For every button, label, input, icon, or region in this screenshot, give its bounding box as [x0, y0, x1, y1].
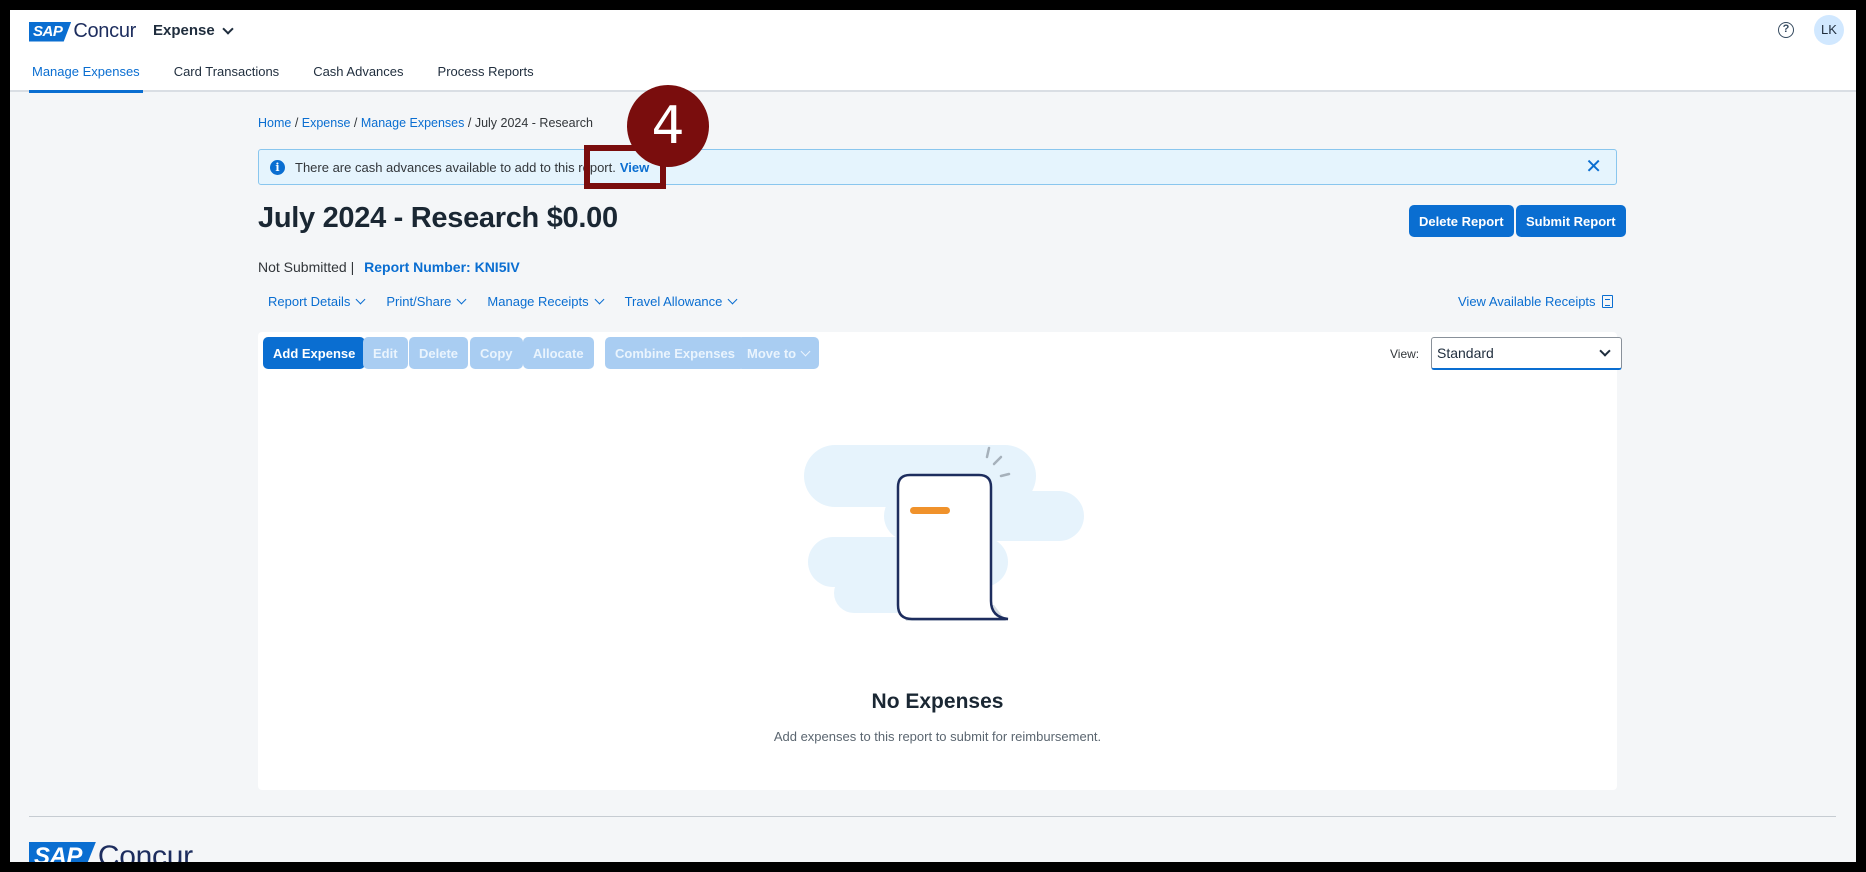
delete-report-button[interactable]: Delete Report — [1409, 205, 1514, 237]
move-to-button[interactable]: Move to — [737, 337, 820, 369]
tab-card-transactions[interactable]: Card Transactions — [171, 62, 283, 92]
view-label: View: — [1390, 347, 1420, 361]
breadcrumb-separator: / — [291, 116, 302, 130]
combine-expenses-button[interactable]: Combine Expenses — [605, 337, 745, 369]
tab-cash-advances[interactable]: Cash Advances — [310, 62, 406, 92]
sap-logo-badge: SAP — [29, 21, 72, 42]
cash-advance-banner: i There are cash advances available to a… — [258, 149, 1617, 185]
view-select[interactable]: Standard — [1431, 337, 1622, 370]
concur-logo-text: Concur — [73, 20, 137, 42]
empty-receipt-illustration — [804, 445, 1084, 621]
submit-report-button[interactable]: Submit Report — [1516, 205, 1626, 237]
breadcrumb-manage-expenses[interactable]: Manage Expenses — [361, 116, 465, 130]
edit-button[interactable]: Edit — [363, 337, 408, 369]
breadcrumb: Home / Expense / Manage Expenses / July … — [258, 116, 593, 130]
travel-allowance-label: Travel Allowance — [624, 294, 723, 309]
app-window: SAP Concur Expense ? LK Manage Expenses … — [10, 10, 1856, 862]
breadcrumb-home[interactable]: Home — [258, 116, 291, 130]
breadcrumb-current: July 2024 - Research — [474, 116, 593, 130]
footer-divider — [29, 816, 1836, 817]
tab-manage-expenses[interactable]: Manage Expenses — [29, 62, 143, 93]
chevron-down-icon — [727, 294, 738, 305]
print-share-label: Print/Share — [386, 294, 452, 309]
chevron-down-icon — [594, 294, 605, 305]
print-share-menu[interactable]: Print/Share — [386, 294, 467, 309]
user-avatar[interactable]: LK — [1814, 15, 1844, 45]
delete-button[interactable]: Delete — [409, 337, 469, 369]
chevron-down-icon — [800, 346, 811, 356]
move-to-label: Move to — [747, 345, 797, 361]
concur-logo[interactable]: SAP Concur — [29, 20, 136, 43]
expenses-panel: Add Expense Edit Delete Copy Allocate Co… — [258, 332, 1622, 790]
close-icon[interactable]: ✕ — [1585, 156, 1602, 178]
breadcrumb-expense[interactable]: Expense — [302, 116, 351, 130]
chevron-down-icon — [222, 22, 234, 35]
allocate-button[interactable]: Allocate — [523, 337, 594, 369]
view-select-value: Standard — [1437, 345, 1494, 361]
banner-message: There are cash advances available to add… — [295, 159, 616, 175]
receipt-icon — [1601, 295, 1613, 308]
info-icon: i — [270, 159, 285, 175]
report-status-line: Not Submitted | Report Number: KNI5IV — [258, 259, 520, 275]
tab-process-reports[interactable]: Process Reports — [435, 62, 537, 92]
footer-logo: SAP Concur — [29, 840, 193, 862]
view-available-receipts-link[interactable]: View Available Receipts — [1458, 294, 1613, 309]
manage-receipts-menu[interactable]: Manage Receipts — [487, 294, 605, 309]
manage-receipts-label: Manage Receipts — [487, 294, 589, 309]
breadcrumb-separator: / — [350, 116, 361, 130]
product-switcher[interactable]: Expense — [153, 22, 234, 39]
report-number: Report Number: KNI5IV — [364, 259, 520, 275]
empty-state-subtitle: Add expenses to this report to submit fo… — [773, 729, 1102, 744]
breadcrumb-separator: / — [464, 116, 475, 130]
sap-logo-badge: SAP — [29, 842, 96, 862]
report-status: Not Submitted | — [258, 259, 355, 275]
chevron-down-icon — [1599, 345, 1611, 357]
travel-allowance-menu[interactable]: Travel Allowance — [624, 294, 738, 309]
view-receipts-label: View Available Receipts — [1458, 294, 1596, 309]
report-title: July 2024 - Research $0.00 — [258, 202, 618, 234]
report-details-label: Report Details — [268, 294, 351, 309]
product-switcher-label: Expense — [153, 22, 215, 39]
report-details-menu[interactable]: Report Details — [268, 294, 366, 309]
main-nav-tabs: Manage Expenses Card Transactions Cash A… — [29, 62, 565, 93]
help-circle-icon[interactable]: ? — [1778, 22, 1794, 38]
empty-state-title: No Expenses — [871, 690, 1004, 713]
copy-button[interactable]: Copy — [470, 337, 523, 369]
chevron-down-icon — [456, 294, 467, 305]
add-expense-button[interactable]: Add Expense — [263, 337, 366, 369]
report-submenus: Report Details Print/Share Manage Receip… — [268, 294, 738, 309]
chevron-down-icon — [355, 294, 366, 305]
step-number-badge: 4 — [627, 85, 709, 167]
top-header: SAP Concur Expense ? LK Manage Expenses … — [10, 10, 1856, 93]
concur-logo-text: Concur — [97, 840, 193, 862]
